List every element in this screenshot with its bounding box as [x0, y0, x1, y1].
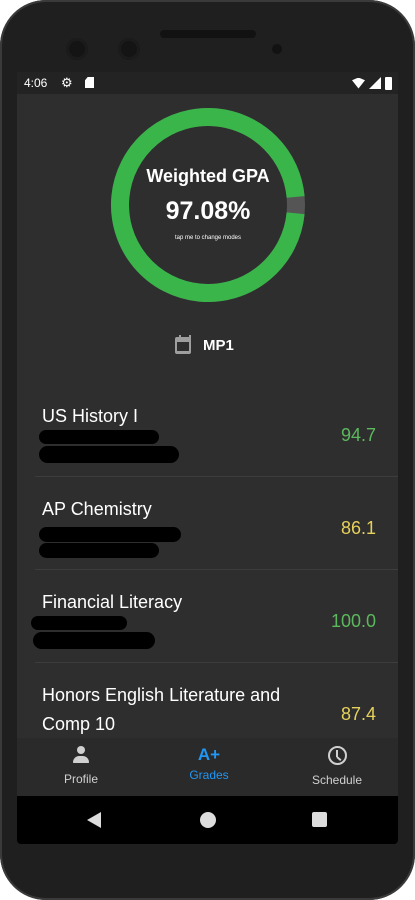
nav-tab-grades[interactable]: A+ Grades [154, 745, 264, 783]
redaction-bar [33, 632, 155, 649]
proximity-sensor [272, 44, 282, 54]
home-icon[interactable] [200, 812, 216, 828]
course-list: US History I 94.7 AP Chemistry 86.1 Fina… [17, 384, 398, 756]
calendar-icon [175, 334, 191, 354]
sd-card-icon [85, 77, 94, 88]
person-icon [73, 746, 89, 764]
redaction-bar [39, 446, 179, 463]
phone-frame: 4:06 ⚙ Weighted GPA 97.08% tap me to cha… [0, 0, 415, 900]
clock-icon [327, 746, 347, 765]
redaction-bar [31, 616, 127, 630]
redaction-bar [39, 527, 181, 542]
nav-tab-schedule-label: Schedule [311, 773, 363, 787]
gpa-mode-hint: tap me to change modes [174, 235, 242, 241]
marking-period-selector[interactable]: MP1 [175, 334, 234, 356]
nav-tab-schedule[interactable]: Schedule [282, 746, 392, 787]
course-grade: 100.0 [330, 611, 376, 631]
status-time: 4:06 [24, 76, 48, 90]
gear-icon: ⚙ [61, 75, 73, 90]
redaction-bar [39, 430, 159, 444]
signal-icon [369, 77, 381, 89]
wifi-icon [352, 77, 365, 89]
app-screen: 4:06 ⚙ Weighted GPA 97.08% tap me to cha… [17, 72, 398, 796]
course-row[interactable]: Financial Literacy 100.0 [17, 570, 398, 663]
gpa-title: Weighted GPA [146, 166, 270, 186]
course-name: Financial Literacy [42, 592, 183, 612]
nav-tab-profile-label: Profile [63, 772, 98, 786]
bottom-navigation: Profile A+ Grades Schedule [17, 738, 398, 796]
course-grade: 87.4 [340, 704, 376, 724]
course-name: AP Chemistry [42, 499, 152, 519]
system-navigation-bar [17, 796, 398, 844]
front-camera-secondary-icon [118, 38, 140, 60]
marking-period-label: MP1 [203, 336, 234, 354]
nav-tab-grades-label: Grades [189, 768, 229, 782]
earpiece-speaker [160, 30, 256, 38]
gpa-ring-button[interactable]: Weighted GPA 97.08% tap me to change mod… [110, 107, 306, 303]
recents-icon[interactable] [312, 812, 327, 827]
status-bar: 4:06 ⚙ [17, 72, 398, 94]
course-name: US History I [42, 406, 139, 426]
redaction-bar [39, 543, 159, 558]
gpa-value: 97.08% [165, 197, 251, 225]
battery-icon [385, 76, 392, 90]
course-row[interactable]: US History I 94.7 [17, 384, 398, 477]
course-row[interactable]: AP Chemistry 86.1 [17, 477, 398, 570]
course-grade: 94.7 [340, 425, 376, 445]
course-grade: 86.1 [340, 518, 376, 538]
nav-tab-profile[interactable]: Profile [26, 746, 136, 786]
status-icons [352, 76, 392, 90]
course-name: Honors English Literature and Comp 10 [42, 685, 281, 734]
front-camera-icon [66, 38, 88, 60]
grades-icon: A+ [197, 745, 221, 764]
back-icon[interactable] [87, 812, 101, 828]
